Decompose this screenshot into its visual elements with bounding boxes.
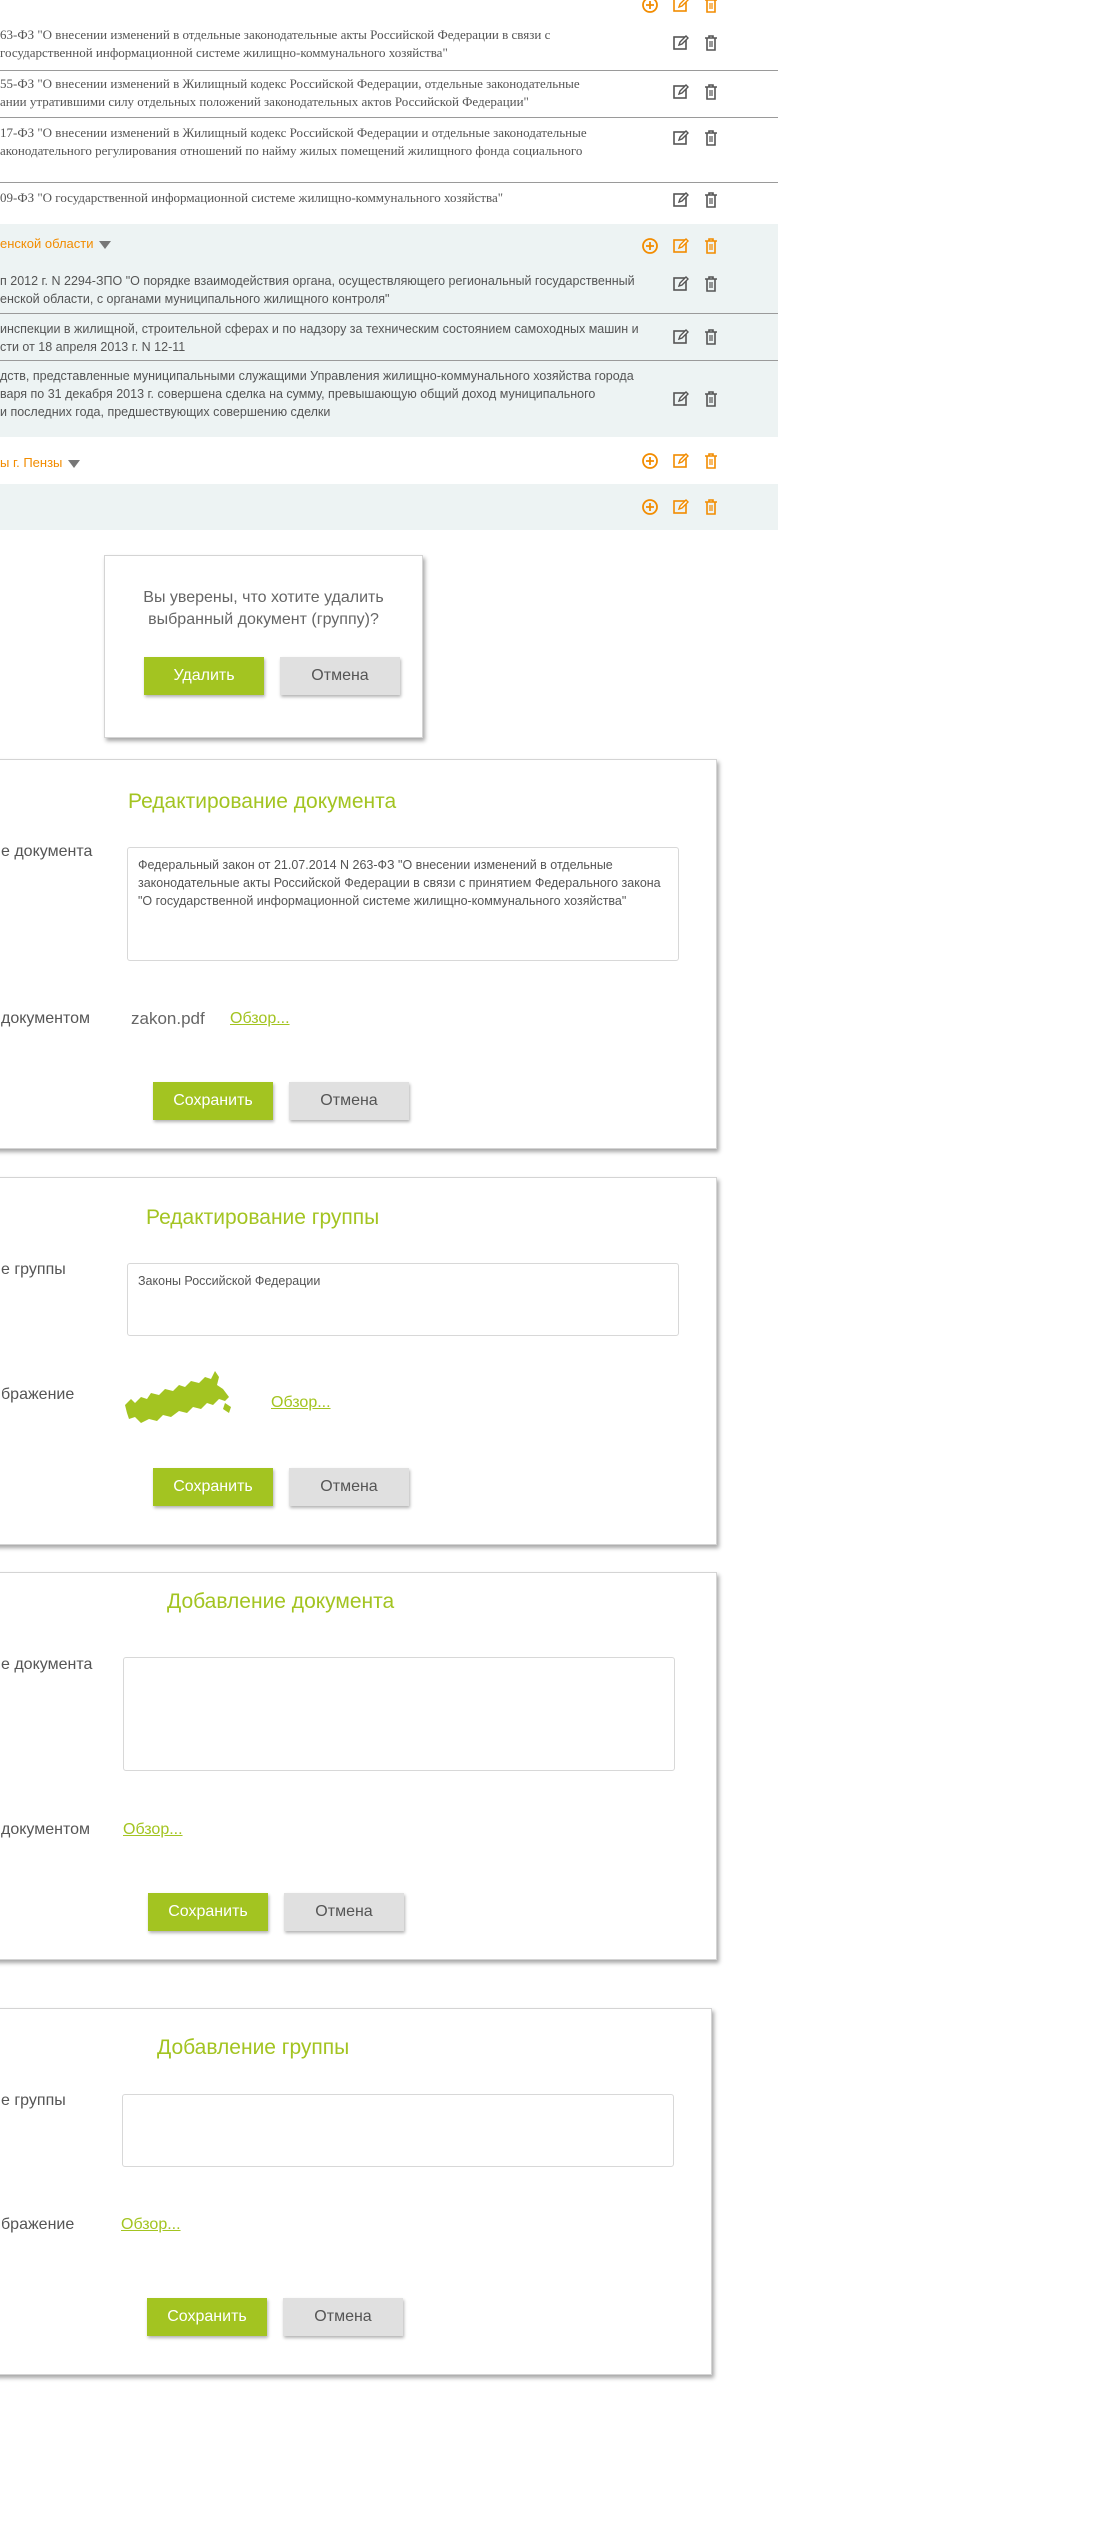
edit-group-form: Редактирование группы е группы Законы Ро… — [0, 1177, 717, 1545]
edit-icon[interactable] — [672, 452, 690, 470]
list-item[interactable]: дств, представленные муниципальными служ… — [0, 361, 778, 437]
list-item-text: инспекции в жилищной, строительной сфера… — [0, 322, 639, 354]
name-label: е группы — [1, 2092, 66, 2109]
group-title: енской области — [0, 236, 94, 251]
trash-icon[interactable] — [702, 328, 720, 346]
browse-link[interactable]: Обзор... — [271, 1394, 331, 1412]
name-label: е документа — [1, 843, 93, 860]
cancel-button[interactable]: Отмена — [280, 657, 400, 695]
list-item-text: 63-ФЗ "О внесении изменений в отдельные … — [0, 27, 551, 60]
save-button[interactable]: Сохранить — [153, 1468, 273, 1506]
chevron-down-icon[interactable] — [68, 459, 81, 468]
trash-icon[interactable] — [702, 191, 720, 209]
edit-icon[interactable] — [672, 129, 690, 147]
add-icon[interactable] — [641, 498, 659, 516]
form-title: Добавление документа — [167, 1590, 395, 1613]
list-item[interactable]: инспекции в жилищной, строительной сфера… — [0, 314, 778, 360]
group-name-field[interactable]: Законы Российской Федерации — [127, 1263, 679, 1336]
list-item[interactable]: 09-ФЗ "О государственной информационной … — [0, 183, 778, 223]
chevron-down-icon[interactable] — [99, 240, 112, 249]
list-item-text: 55-ФЗ "О внесении изменений в Жилищный к… — [0, 76, 580, 109]
cancel-button[interactable]: Отмена — [284, 1893, 404, 1931]
edit-icon[interactable] — [672, 328, 690, 346]
edit-icon[interactable] — [672, 0, 690, 14]
save-button[interactable]: Сохранить — [148, 1893, 268, 1931]
confirm-message-line2: выбранный документ (группу)? — [148, 611, 379, 628]
trash-icon[interactable] — [702, 34, 720, 52]
save-button[interactable]: Сохранить — [147, 2298, 267, 2336]
trash-icon[interactable] — [702, 83, 720, 101]
add-group-form: Добавление группы е группы бражение Обзо… — [0, 2008, 712, 2375]
delete-button[interactable]: Удалить — [144, 657, 264, 695]
browse-link[interactable]: Обзор... — [121, 2216, 181, 2234]
group-block-empty — [0, 484, 778, 530]
confirm-message-line1: Вы уверены, что хотите удалить — [143, 589, 384, 606]
trash-icon[interactable] — [702, 498, 720, 516]
trash-icon[interactable] — [702, 0, 720, 14]
name-label: е группы — [1, 1261, 66, 1278]
image-label: бражение — [1, 1386, 75, 1403]
edit-document-form: Редактирование документа е документа Фед… — [0, 759, 717, 1149]
file-name: zakon.pdf — [131, 1009, 205, 1028]
form-title: Редактирование документа — [128, 790, 397, 813]
list-item-text: п 2012 г. N 2294-ЗПО "О порядке взаимоде… — [0, 274, 635, 306]
edit-icon[interactable] — [672, 191, 690, 209]
image-label: бражение — [1, 2216, 75, 2233]
group-header[interactable]: ы г. Пензы — [0, 455, 81, 470]
group-header[interactable]: енской области — [0, 236, 112, 251]
cancel-button[interactable]: Отмена — [283, 2298, 403, 2336]
trash-icon[interactable] — [702, 452, 720, 470]
file-label: документом — [1, 1010, 91, 1027]
add-icon[interactable] — [641, 452, 659, 470]
form-title: Добавление группы — [157, 2036, 350, 2059]
trash-icon[interactable] — [702, 390, 720, 408]
confirm-delete-dialog: Вы уверены, что хотите удалить выбранный… — [104, 555, 423, 738]
edit-icon[interactable] — [672, 83, 690, 101]
group-title: ы г. Пензы — [0, 455, 63, 470]
name-label: е документа — [1, 1656, 93, 1673]
edit-icon[interactable] — [672, 390, 690, 408]
document-name-field[interactable]: Федеральный закон от 21.07.2014 N 263-ФЗ… — [127, 847, 679, 961]
add-icon[interactable] — [641, 0, 659, 14]
file-label: документом — [1, 1821, 91, 1838]
edit-icon[interactable] — [672, 498, 690, 516]
list-item[interactable]: 55-ФЗ "О внесении изменений в Жилищный к… — [0, 71, 778, 118]
edit-icon[interactable] — [672, 237, 690, 255]
add-icon[interactable] — [641, 237, 659, 255]
trash-icon[interactable] — [702, 129, 720, 147]
add-document-form: Добавление документа е документа докумен… — [0, 1572, 717, 1960]
browse-link[interactable]: Обзор... — [230, 1010, 290, 1028]
group-name-field[interactable] — [122, 2094, 674, 2167]
trash-icon[interactable] — [702, 275, 720, 293]
trash-icon[interactable] — [702, 237, 720, 255]
list-item[interactable]: 63-ФЗ "О внесении изменений в отдельные … — [0, 20, 778, 70]
save-button[interactable]: Сохранить — [153, 1082, 273, 1120]
list-item-text: 17-ФЗ "О внесении изменений в Жилищный к… — [0, 125, 587, 158]
list-item[interactable]: 17-ФЗ "О внесении изменений в Жилищный к… — [0, 118, 778, 182]
browse-link[interactable]: Обзор... — [123, 1821, 183, 1839]
form-title: Редактирование группы — [146, 1206, 380, 1229]
cancel-button[interactable]: Отмена — [289, 1468, 409, 1506]
cancel-button[interactable]: Отмена — [289, 1082, 409, 1120]
edit-icon[interactable] — [672, 275, 690, 293]
list-item-text: дств, представленные муниципальными служ… — [0, 369, 634, 419]
document-name-field[interactable] — [123, 1657, 675, 1771]
list-item-text: 09-ФЗ "О государственной информационной … — [0, 190, 504, 205]
list-item[interactable]: п 2012 г. N 2294-ЗПО "О порядке взаимоде… — [0, 268, 778, 313]
russia-map-image — [121, 1363, 233, 1429]
edit-icon[interactable] — [672, 34, 690, 52]
